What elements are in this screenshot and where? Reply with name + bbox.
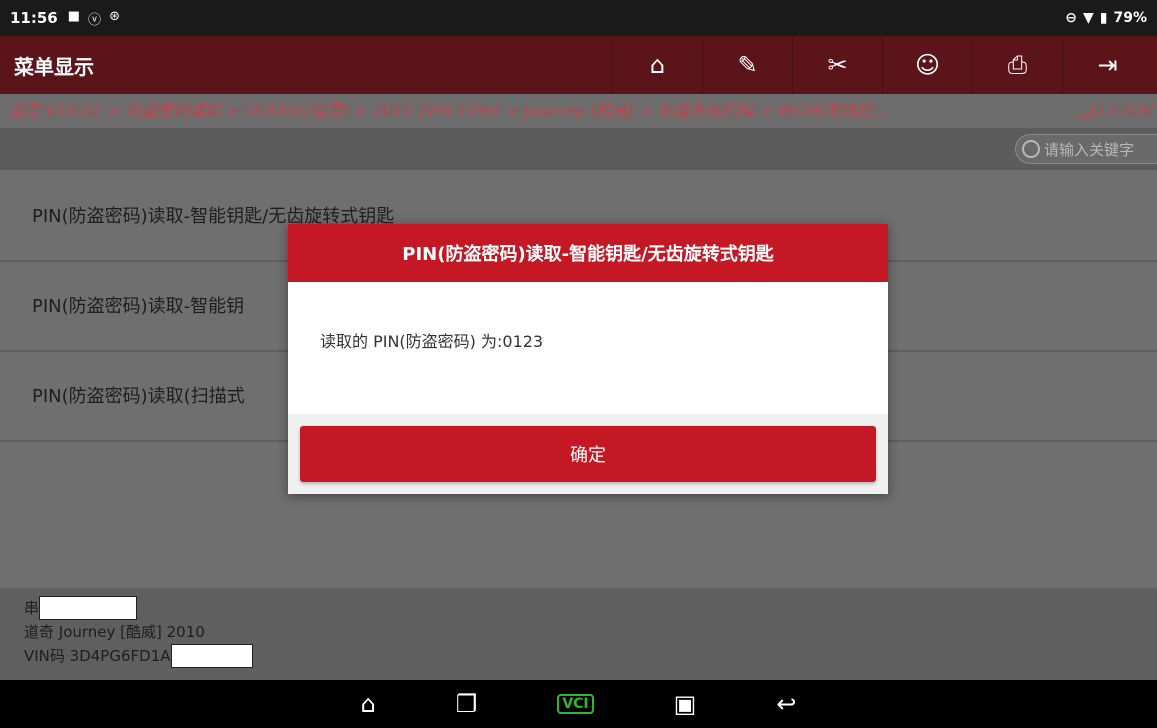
- battery-percent: 79%: [1113, 10, 1147, 26]
- dnd-icon: ⊖: [1065, 10, 1077, 26]
- dialog-message: 读取的 PIN(防盗密码) 为:0123: [320, 332, 544, 351]
- battery-outline-icon: [1077, 105, 1094, 117]
- edit-button[interactable]: ✎: [702, 36, 792, 94]
- breadcrumb: 道奇 V10.02 > 防盗密码读取 > DODGE(道奇) > 2010 (V…: [0, 94, 1157, 128]
- print-icon: ⎙: [1007, 51, 1028, 79]
- pin-result-dialog: PIN(防盗密码)读取-智能钥匙/无齿旋转式钥匙 读取的 PIN(防盗密码) 为…: [288, 224, 888, 494]
- print-button[interactable]: ⎙: [972, 36, 1062, 94]
- exit-icon: ⇥: [1097, 51, 1118, 79]
- voltage-value: 12.30V: [1096, 101, 1153, 120]
- redacted-box: [39, 596, 138, 620]
- battery-icon: ▮: [1099, 10, 1108, 26]
- exit-button[interactable]: ⇥: [1062, 36, 1152, 94]
- image-icon: ■: [67, 8, 81, 24]
- search-input[interactable]: 请输入关键字: [1015, 134, 1157, 164]
- home-button[interactable]: ⌂: [612, 36, 702, 94]
- status-bar: 11:56 ■ ⓥ ⊛ ⊖ ▼ ▮ 79%: [0, 0, 1157, 36]
- vci-icon[interactable]: VCI: [557, 694, 594, 714]
- edit-icon: ✎: [737, 51, 758, 79]
- status-time: 11:56: [10, 9, 58, 27]
- search-placeholder: 请输入关键字: [1044, 140, 1135, 159]
- search-row: 请输入关键字: [0, 128, 1157, 170]
- vehicle-id-line: 串: [24, 596, 1157, 620]
- page-title: 菜单显示: [14, 54, 94, 79]
- search-icon: [1022, 140, 1040, 158]
- breadcrumb-text: 道奇 V10.02 > 防盗密码读取 > DODGE(道奇) > 2010 (V…: [8, 101, 888, 120]
- vehicle-vin: VIN码 3D4PG6FD1A: [24, 647, 171, 665]
- voltage-indicator: 12.30V: [1077, 94, 1157, 128]
- home-icon: ⌂: [649, 51, 666, 79]
- system-nav-bar: ⌂ ❐ VCI ▣ ↩: [0, 680, 1157, 728]
- dialog-footer: 确定: [288, 414, 888, 494]
- tools-button[interactable]: ✂: [792, 36, 882, 94]
- status-icons: ■ ⓥ ⊛: [68, 9, 120, 28]
- recent-apps-icon[interactable]: ❐: [456, 690, 478, 718]
- confirm-button[interactable]: 确定: [300, 426, 876, 482]
- gallery-icon[interactable]: ▣: [674, 690, 697, 718]
- home-outline-icon[interactable]: ⌂: [361, 690, 376, 718]
- vpn-icon: ⓥ: [88, 12, 102, 28]
- user-button[interactable]: ☺: [882, 36, 972, 94]
- vehicle-info: 串 道奇 Journey [酷威] 2010 VIN码 3D4PG6FD1A: [0, 588, 1157, 680]
- vehicle-vin-line: VIN码 3D4PG6FD1A: [24, 644, 1157, 668]
- toolbar: ⌂ ✎ ✂ ☺ ⎙ ⇥: [612, 36, 1152, 94]
- wifi-icon: ▼: [1082, 10, 1094, 26]
- user-icon: ☺: [914, 51, 941, 79]
- app-header: 菜单显示 ⌂ ✎ ✂ ☺ ⎙ ⇥: [0, 36, 1157, 94]
- vehicle-label: 串: [24, 599, 40, 617]
- dialog-title: PIN(防盗密码)读取-智能钥匙/无齿旋转式钥匙: [288, 224, 888, 282]
- redacted-vin-box: [170, 644, 253, 668]
- back-icon[interactable]: ↩: [776, 690, 796, 718]
- status-right: ⊖ ▼ ▮ 79%: [1065, 10, 1147, 26]
- tools-icon: ✂: [827, 51, 848, 79]
- bluetooth-icon: ⊛: [109, 8, 120, 24]
- vehicle-model: 道奇 Journey [酷威] 2010: [24, 623, 205, 641]
